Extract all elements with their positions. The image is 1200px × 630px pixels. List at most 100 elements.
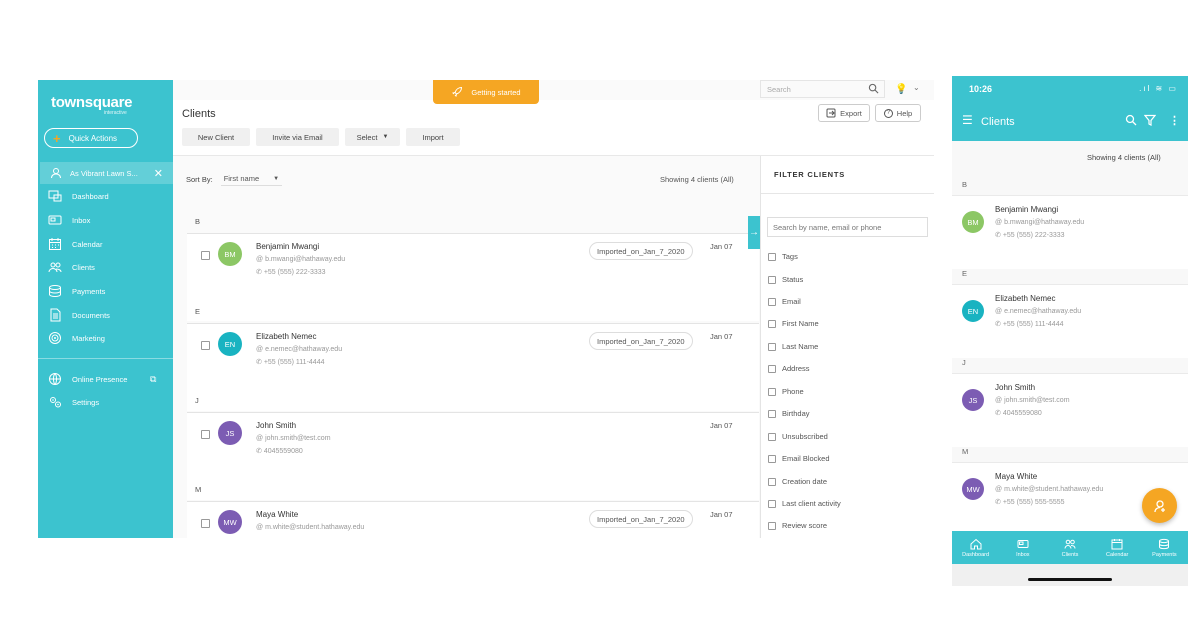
client-row[interactable]: JS John Smith @ john.smith@test.com ✆ 40… [952, 373, 1188, 447]
client-tag[interactable]: Imported_on_Jan_7_2020 [589, 242, 693, 260]
search-icon[interactable] [868, 83, 879, 94]
add-client-fab-button[interactable] [1142, 488, 1177, 523]
client-tag[interactable]: Imported_on_Jan_7_2020 [589, 510, 693, 528]
client-phone-text: 4045559080 [263, 448, 303, 455]
sidebar-item-marketing[interactable]: Marketing [38, 328, 173, 348]
client-name[interactable]: Benjamin Mwangi [256, 242, 319, 251]
client-tag[interactable]: Imported_on_Jan_7_2020 [589, 332, 693, 350]
add-user-icon [1153, 499, 1165, 512]
client-row[interactable]: BM Benjamin Mwangi @ b.mwangi@hathaway.e… [952, 195, 1188, 269]
filter-icon[interactable] [1144, 114, 1156, 126]
checkbox[interactable] [768, 521, 776, 530]
import-button[interactable]: Import [406, 128, 460, 146]
more-vertical-icon[interactable]: ⋮ [1169, 114, 1180, 127]
filter-option-address[interactable]: Address [768, 364, 810, 373]
help-button[interactable]: ? Help [875, 104, 921, 122]
brand-logo[interactable]: townsquare [51, 94, 132, 111]
client-name[interactable]: Maya White [256, 510, 298, 519]
sidebar-item-documents[interactable]: Documents [38, 305, 173, 325]
client-date: Jan 07 [710, 332, 733, 341]
sidebar-item-dashboard[interactable]: Dashboard [38, 186, 173, 206]
filter-title: FILTER CLIENTS [774, 170, 846, 179]
filter-option-last-client-activity[interactable]: Last client activity [768, 499, 841, 508]
filter-option-tags[interactable]: Tags [768, 252, 798, 261]
sidebar-item-inbox[interactable]: Inbox [38, 210, 173, 230]
client-checkbox[interactable] [201, 251, 210, 260]
hamburger-menu-icon[interactable]: ☰ [962, 113, 973, 127]
checkbox[interactable] [768, 409, 776, 418]
client-phone: ✆ +55 (555) 222-3333 [995, 231, 1065, 239]
filter-option-creation-date[interactable]: Creation date [768, 477, 827, 486]
main-content: Getting started Search 💡 ⌄ Clients Expor… [173, 80, 934, 538]
global-search-input[interactable]: Search [760, 80, 885, 98]
tab-payments[interactable]: Payments [1141, 531, 1188, 564]
checkbox[interactable] [768, 387, 776, 396]
client-checkbox[interactable] [201, 519, 210, 528]
filter-option-email-blocked[interactable]: Email Blocked [768, 454, 830, 463]
filter-option-label: Last client activity [782, 499, 841, 508]
client-checkbox[interactable] [201, 430, 210, 439]
client-email: @ b.mwangi@hathaway.edu [256, 256, 346, 263]
new-client-button[interactable]: New Client [182, 128, 250, 146]
checkbox[interactable] [768, 364, 776, 373]
filter-option-birthday[interactable]: Birthday [768, 409, 810, 418]
client-phone: ✆ +55 (555) 222-3333 [256, 268, 326, 276]
client-row[interactable]: JS John Smith @ john.smith@test.com ✆ 40… [187, 412, 759, 500]
client-name[interactable]: Elizabeth Nemec [256, 332, 316, 341]
checkbox[interactable] [768, 319, 776, 328]
sidebar-item-payments[interactable]: Payments [38, 281, 173, 301]
client-row[interactable]: MW Maya White @ m.white@student.hathaway… [187, 501, 759, 538]
filter-option-first-name[interactable]: First Name [768, 319, 819, 328]
chevron-down-icon[interactable]: ⌄ [913, 83, 920, 92]
group-letter: B [195, 217, 201, 226]
getting-started-button[interactable]: Getting started [433, 80, 539, 104]
client-row[interactable]: BM Benjamin Mwangi @ b.mwangi@hathaway.e… [187, 233, 759, 321]
filter-option-label: Email [782, 297, 801, 306]
client-row[interactable]: EN Elizabeth Nemec @ e.nemec@hathaway.ed… [952, 284, 1188, 358]
filter-option-email[interactable]: Email [768, 297, 801, 306]
checkbox[interactable] [768, 275, 776, 284]
search-icon[interactable] [1125, 114, 1137, 126]
collapse-filter-button[interactable]: → [748, 216, 760, 249]
client-checkbox[interactable] [201, 341, 210, 350]
checkbox[interactable] [768, 297, 776, 306]
client-row[interactable]: EN Elizabeth Nemec @ e.nemec@hathaway.ed… [187, 323, 759, 411]
sidebar-item-online-presence[interactable]: Online Presence ⧉ [38, 369, 173, 389]
sidebar-item-settings[interactable]: Settings [38, 392, 173, 412]
tab-clients[interactable]: Clients [1046, 531, 1093, 564]
export-button[interactable]: Export [818, 104, 870, 122]
global-search-placeholder: Search [767, 85, 791, 94]
filter-option-review-score[interactable]: Review score [768, 521, 827, 530]
filter-search-input[interactable]: Search by name, email or phone [767, 217, 928, 237]
checkbox[interactable] [768, 432, 776, 441]
sort-by-select[interactable]: First name ▼ [220, 172, 283, 186]
filter-option-unsubscribed[interactable]: Unsubscribed [768, 432, 828, 441]
filter-option-last-name[interactable]: Last Name [768, 342, 818, 351]
checkbox[interactable] [768, 252, 776, 261]
filter-option-phone[interactable]: Phone [768, 387, 804, 396]
quick-actions-button[interactable]: + Quick Actions [44, 128, 138, 148]
filter-option-status[interactable]: Status [768, 275, 803, 284]
sidebar-item-clients[interactable]: Clients [38, 257, 173, 277]
marketing-icon [49, 332, 61, 344]
client-email: @ john.smith@test.com [995, 397, 1070, 404]
filter-option-label: Last Name [782, 342, 819, 351]
client-name[interactable]: John Smith [256, 421, 296, 430]
sidebar-item-calendar[interactable]: Calendar [38, 234, 173, 254]
checkbox[interactable] [768, 477, 776, 486]
business-selector[interactable]: As Vibrant Lawn S... ✕ [40, 162, 173, 184]
getting-started-label: Getting started [471, 87, 521, 97]
client-phone: ✆ 4045559080 [995, 409, 1042, 417]
lightbulb-icon[interactable]: 💡 [895, 84, 907, 95]
invite-via-email-button[interactable]: Invite via Email [256, 128, 339, 146]
export-label: Export [840, 108, 862, 118]
tab-calendar[interactable]: Calendar [1094, 531, 1141, 564]
select-dropdown-button[interactable]: Select ▼ [345, 128, 400, 146]
checkbox[interactable] [768, 499, 776, 508]
checkbox[interactable] [768, 454, 776, 463]
tab-dashboard[interactable]: Dashboard [952, 531, 999, 564]
tab-inbox[interactable]: Inbox [999, 531, 1046, 564]
close-icon[interactable]: ✕ [154, 167, 163, 180]
checkbox[interactable] [768, 342, 776, 351]
home-indicator[interactable] [1028, 578, 1112, 581]
